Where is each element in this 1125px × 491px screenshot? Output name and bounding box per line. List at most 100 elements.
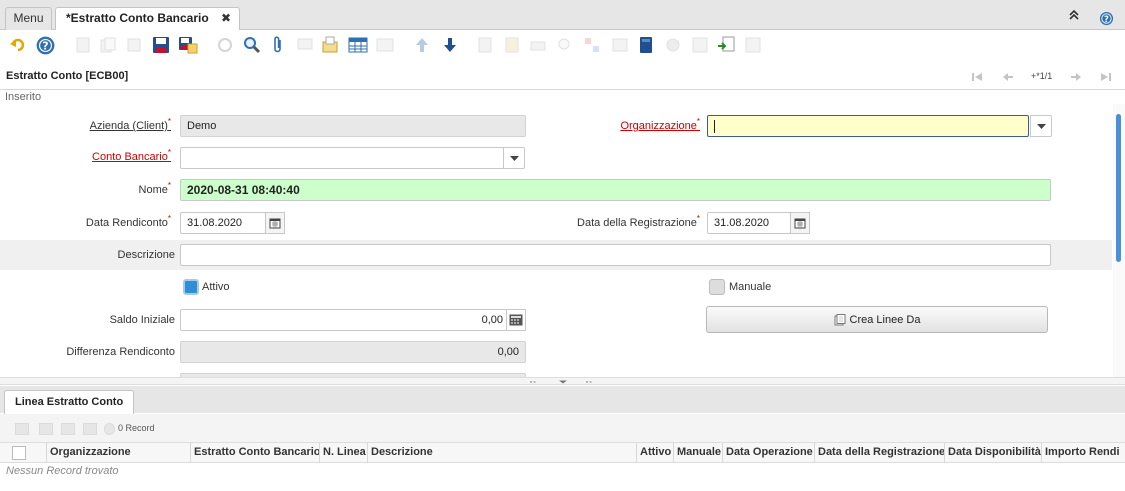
data-registrazione-label: Data della Registrazione* [577,214,700,229]
record-position: +*1/1 [1031,71,1053,81]
column-header-n-linea[interactable]: N. Linea [320,443,368,463]
conto-bancario-field[interactable] [180,147,504,169]
main-toolbar: ? [0,31,1125,61]
manuale-label: Manuale [729,281,772,293]
data-rendiconto-field[interactable]: 31.08.2020 [180,212,266,234]
calculator-icon[interactable] [506,309,526,331]
record-status: Inserito [5,91,42,103]
crea-linee-da-button[interactable]: Crea Linee Da [706,306,1048,333]
help-icon[interactable]: ? [1099,11,1114,29]
quick-info-icon[interactable] [690,35,710,55]
select-all-checkbox[interactable] [12,446,26,460]
differenza-rendiconto-label: Differenza Rendiconto [66,346,175,358]
calendar-icon[interactable] [790,212,810,234]
collapse-icon[interactable] [1069,9,1079,23]
refresh-icon[interactable] [215,35,235,55]
azienda-field: Demo [180,115,526,137]
window-title: Estratto Conto [ECB00] [6,70,129,82]
tab-linea-estratto-conto[interactable]: Linea Estratto Conto [4,390,135,414]
conto-bancario-dropdown-icon[interactable] [503,147,525,169]
active-window-tab[interactable]: *Estratto Conto Bancario [E... ✖ [55,7,240,46]
undo-icon[interactable] [8,35,28,55]
detail-toolbar: 0 Record [0,414,1125,442]
record-header: Estratto Conto [ECB00] +*1/1 [0,62,1125,90]
record-count: 0 Record [118,423,155,433]
form-scrollbar-thumb[interactable] [1116,114,1121,262]
next-record-nav-icon[interactable] [1070,71,1082,85]
document-icon [834,313,846,325]
column-header-data-operazione[interactable]: Data Operazione [723,443,815,463]
empty-grid-message: Nessun Record trovato [6,465,119,477]
column-header-manuale[interactable]: Manuale [674,443,723,463]
nome-field[interactable]: 2020-08-31 08:40:40 [180,179,1051,201]
data-rendiconto-label: Data Rendiconto* [85,214,171,229]
attivo-label: Attivo [202,281,230,293]
select-all-column[interactable] [0,443,47,463]
organizzazione-field[interactable] [707,115,1029,137]
column-header-organizzazione[interactable]: Organizzazione [47,443,191,463]
detail-form-view-icon[interactable] [83,423,97,435]
detail-info-icon[interactable] [104,423,115,435]
manuale-checkbox[interactable] [709,279,725,295]
header-form: Azienda (Client)* Demo Organizzazione* C… [0,104,1112,377]
find-icon[interactable] [242,35,262,55]
process-icon[interactable] [663,35,683,55]
delete-record-icon[interactable] [124,35,144,55]
export-icon[interactable] [716,35,736,55]
form-scrollbar[interactable] [1113,104,1125,377]
crea-linee-da-label: Crea Linee Da [849,313,921,326]
descrizione-label: Descrizione [117,249,175,261]
saldo-iniziale-label: Saldo Iniziale [109,314,175,326]
azienda-label[interactable]: Azienda (Client)* [20,117,171,132]
column-header-attivo[interactable]: Attivo [637,443,674,463]
product-info-icon[interactable] [636,35,656,55]
calendar-icon[interactable] [265,212,285,234]
copy-record-icon[interactable] [98,35,118,55]
prev-record-nav-icon[interactable] [1002,71,1014,85]
attivo-checkbox[interactable] [183,279,199,295]
save-and-new-icon[interactable] [178,35,198,55]
save-icon[interactable] [151,35,171,55]
next-record-icon[interactable] [440,35,460,55]
data-registrazione-field[interactable]: 31.08.2020 [707,212,791,234]
column-header-data-registrazione[interactable]: Data della Registrazione [815,443,945,463]
grid-toggle-icon[interactable] [348,35,368,55]
help-toolbar-icon[interactable]: ? [35,35,55,55]
workflow-icon[interactable] [582,35,602,55]
column-header-descrizione[interactable]: Descrizione [368,443,637,463]
first-record-icon[interactable] [971,71,983,85]
column-header-estratto-conto[interactable]: Estratto Conto Bancario [191,443,320,463]
print-icon[interactable] [528,35,548,55]
new-record-icon[interactable] [73,35,93,55]
close-tab-icon[interactable]: ✖ [221,8,231,29]
organizzazione-dropdown-icon[interactable] [1030,115,1052,137]
previous-record-icon[interactable] [412,35,432,55]
detail-new-icon[interactable] [15,423,29,435]
detail-tab-bar: Linea Estratto Conto [0,386,1125,414]
column-header-importo-rendiconto[interactable]: Importo Rendi [1042,443,1125,463]
saldo-iniziale-field[interactable]: 0,00 [180,309,507,331]
window-tab-bar: Menu *Estratto Conto Bancario [E... ✖ ? [0,0,1125,46]
detail-delete-icon[interactable] [61,423,75,435]
conto-bancario-label[interactable]: Conto Bancario* [20,148,171,163]
differenza-rendiconto-field: 0,00 [180,341,526,363]
chat-icon[interactable] [295,35,315,55]
report-icon[interactable] [475,35,495,55]
descrizione-field[interactable] [180,244,1051,266]
organizzazione-label[interactable]: Organizzazione* [560,117,700,132]
panel-splitter[interactable] [0,377,1125,385]
attachment-icon[interactable] [268,35,288,55]
nome-label: Nome* [138,181,171,196]
import-icon[interactable] [743,35,763,55]
svg-text:?: ? [42,39,48,52]
requests-icon[interactable] [610,35,630,55]
last-record-icon[interactable] [1100,71,1112,85]
multi-view-icon[interactable] [375,35,395,55]
menu-tab[interactable]: Menu [5,7,52,30]
archived-docs-icon[interactable] [502,35,522,55]
detail-grid-header: Organizzazione Estratto Conto Bancario N… [0,442,1125,463]
archive-icon[interactable] [320,35,340,55]
column-header-data-disponibilita[interactable]: Data Disponibilità [945,443,1042,463]
zoom-across-icon[interactable] [555,35,575,55]
detail-edit-icon[interactable] [39,423,53,435]
